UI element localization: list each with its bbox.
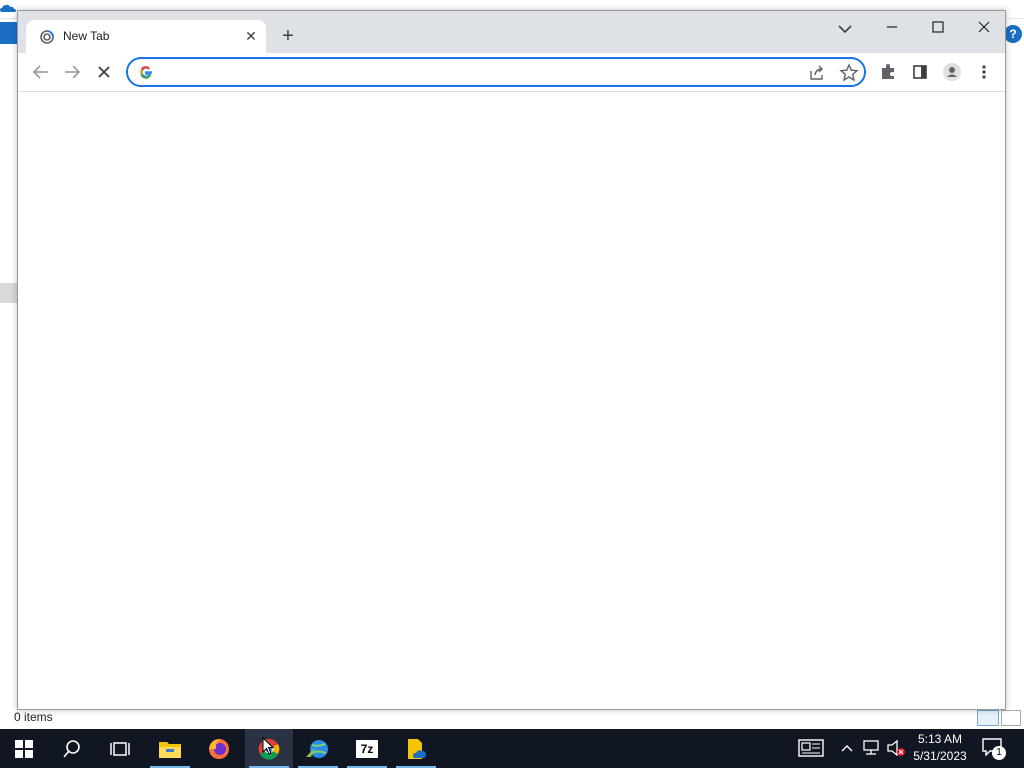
help-icon[interactable]: ? [1004,25,1022,43]
taskbar-network-app[interactable] [294,729,342,768]
page-content [18,92,1005,709]
tab-new-tab[interactable]: New Tab ✕ [26,20,266,53]
address-input[interactable] [160,62,784,84]
details-view-button[interactable] [977,710,999,726]
status-item-count: 0 items [14,710,53,724]
start-button[interactable] [0,729,48,768]
loading-throbber-icon [40,30,54,44]
globe-icon [306,739,328,758]
maximize-button[interactable] [924,15,952,39]
tab-close-icon[interactable]: ✕ [241,26,261,46]
network-icon[interactable] [862,740,880,756]
extensions-puzzle-icon[interactable] [875,59,901,85]
firefox-icon [209,738,229,759]
address-bar[interactable] [126,57,866,87]
volume-muted-icon[interactable] [886,740,906,756]
search-button[interactable] [48,729,96,768]
notification-count-badge: 1 [992,746,1006,760]
bookmark-star-icon[interactable] [838,62,860,84]
chrome-window: New Tab ✕ + [17,10,1006,710]
7zip-icon: 7z [356,739,378,758]
large-icons-view-button[interactable] [1001,710,1021,726]
clock-time[interactable]: 5:13 AM [910,732,970,746]
background-nav-selected-item[interactable] [0,283,17,303]
share-icon[interactable] [806,62,828,84]
taskbar-chrome[interactable] [245,729,293,768]
new-tab-button[interactable]: + [276,25,300,49]
more-menu-icon[interactable] [971,59,997,85]
minimize-button[interactable] [878,15,906,39]
profile-avatar-icon[interactable] [939,59,965,85]
forward-button[interactable] [59,59,85,85]
close-window-button[interactable] [970,15,998,39]
taskbar: 7z 5:13 AM 5/31/2023 1 [0,729,1024,768]
task-view-button[interactable] [96,729,144,768]
tab-strip: New Tab ✕ + [18,11,1005,53]
browser-toolbar [18,53,1005,92]
tab-search-chevron-icon[interactable] [833,17,857,41]
taskbar-file-explorer[interactable] [146,729,194,768]
task-view-icon [110,741,130,756]
stop-loading-button[interactable] [91,59,117,85]
taskbar-firefox[interactable] [195,729,243,768]
mouse-cursor-icon [262,737,274,755]
news-widget-icon[interactable] [798,739,824,757]
google-g-icon [139,66,152,79]
windows-icon [15,739,33,758]
search-icon [63,739,80,758]
background-status-bar [0,708,1024,730]
tab-title: New Tab [63,29,110,43]
file-icon [408,738,426,759]
action-center-button[interactable]: 1 [982,738,1006,760]
side-panel-icon[interactable] [907,59,933,85]
clock-date[interactable]: 5/31/2023 [905,749,975,763]
show-hidden-icons-chevron-icon[interactable] [840,741,854,755]
onedrive-icon [0,4,16,12]
taskbar-7zip[interactable]: 7z [343,729,391,768]
folder-icon [159,741,181,758]
background-ribbon-tab[interactable] [0,22,17,44]
back-button[interactable] [28,59,54,85]
taskbar-documents[interactable] [392,729,440,768]
